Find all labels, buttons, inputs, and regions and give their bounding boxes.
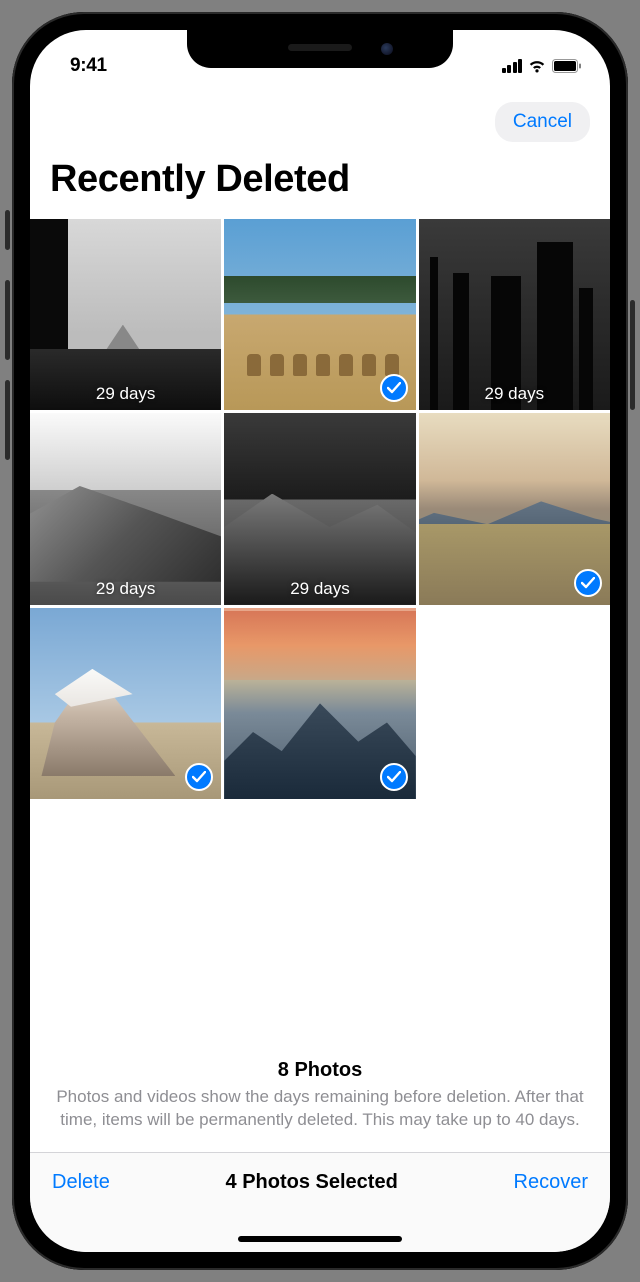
days-remaining-label: 29 days [419,384,610,404]
device-side-button [630,300,635,410]
speaker [288,44,352,51]
status-time: 9:41 [70,55,107,77]
photo-thumbnail[interactable]: 29 days [419,219,610,410]
battery-icon [552,59,582,73]
photo-thumbnail[interactable] [30,608,221,799]
photo-count: 8 Photos [56,1059,584,1082]
photo-thumbnail[interactable] [419,413,610,604]
recover-button[interactable]: Recover [514,1171,588,1194]
days-remaining-label: 29 days [224,579,415,599]
home-indicator[interactable] [238,1236,402,1242]
info-description: Photos and videos show the days remainin… [56,1086,584,1132]
photo-grid: 29 days 29 days [30,219,610,799]
photo-thumbnail[interactable]: 29 days [30,219,221,410]
device-volume-down [5,380,10,460]
cancel-button[interactable]: Cancel [495,102,590,142]
wifi-icon [527,59,547,74]
photo-thumbnail[interactable] [224,219,415,410]
photo-thumbnail[interactable]: 29 days [224,413,415,604]
nav-bar: Cancel [30,84,610,152]
notch [187,30,453,68]
days-remaining-label: 29 days [30,384,221,404]
selected-checkmark-icon [574,569,602,597]
device-frame: 9:41 Cancel Recently Deleted 29 days [12,12,628,1270]
screen: 9:41 Cancel Recently Deleted 29 days [30,30,610,1252]
device-volume-up [5,280,10,360]
selected-checkmark-icon [380,374,408,402]
page-title: Recently Deleted [30,152,610,219]
days-remaining-label: 29 days [30,579,221,599]
photo-thumbnail[interactable]: 29 days [30,413,221,604]
cellular-signal-icon [502,59,523,73]
info-block: 8 Photos Photos and videos show the days… [30,1059,610,1150]
selection-count: 4 Photos Selected [226,1171,398,1194]
delete-button[interactable]: Delete [52,1171,110,1194]
selected-checkmark-icon [380,763,408,791]
front-camera [381,43,393,55]
photo-thumbnail[interactable] [224,608,415,799]
status-indicators [502,59,583,74]
device-silent-switch [5,210,10,250]
bottom-toolbar: Delete 4 Photos Selected Recover [30,1152,610,1252]
